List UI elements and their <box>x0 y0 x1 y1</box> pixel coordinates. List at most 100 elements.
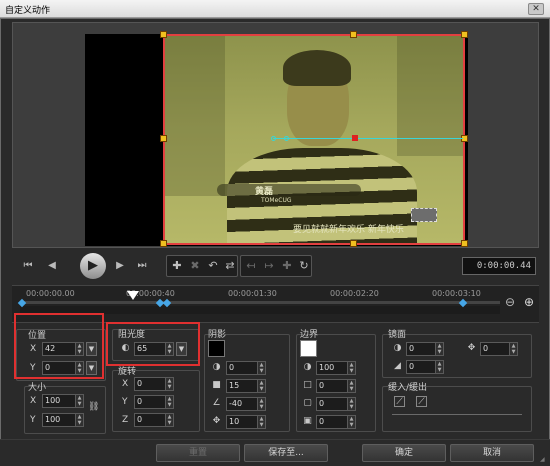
border-opacity-stepper[interactable]: ▲ ▼ <box>348 361 356 375</box>
shadow-distance-stepper[interactable]: ▲ ▼ <box>258 415 266 429</box>
flip-keyframes-icon[interactable]: ⇄ <box>222 259 238 273</box>
size-y-input[interactable]: 100 <box>42 413 76 427</box>
shadow-blur-stepper[interactable]: ▲ ▼ <box>258 379 266 393</box>
rotation-x-stepper[interactable]: ▲ ▼ <box>166 377 174 391</box>
mirror-opacity-stepper[interactable]: ▲ ▼ <box>436 342 444 356</box>
reset-button[interactable]: 重置 <box>156 444 240 462</box>
border-corner-input[interactable]: 0 <box>316 397 348 411</box>
path-point[interactable] <box>284 136 289 141</box>
border-color-swatch[interactable] <box>300 340 317 357</box>
playhead[interactable] <box>127 291 139 300</box>
remove-keyframe-icon[interactable]: ✖ <box>187 259 203 273</box>
overlay-clip[interactable] <box>411 208 437 222</box>
mirror-distance-input[interactable]: 0 <box>480 342 510 356</box>
motion-path <box>273 138 463 139</box>
rotation-x-input[interactable]: 0 <box>134 377 166 391</box>
size-y-stepper[interactable]: ▲ ▼ <box>76 413 84 427</box>
next-frame-icon[interactable]: ▶︎ <box>112 259 128 273</box>
mirror-fade-input[interactable]: 0 <box>406 360 436 374</box>
ease-slider-track[interactable] <box>392 414 522 415</box>
size-x-label: X <box>30 396 37 406</box>
ruler-track <box>20 301 500 304</box>
resize-handle-top-left[interactable] <box>160 31 167 38</box>
resize-handle-top-right[interactable] <box>461 31 468 38</box>
highlight-box <box>14 313 104 379</box>
shadow-opacity-icon: ◑ <box>212 362 221 372</box>
mirror-opacity-icon: ◑ <box>393 343 402 353</box>
border-softness-stepper[interactable]: ▲ ▼ <box>348 415 356 429</box>
mirror-label: 镜面 <box>388 330 407 340</box>
rotation-y-input[interactable]: 0 <box>134 395 166 409</box>
refresh-icon[interactable]: ↻ <box>296 259 312 273</box>
border-softness-icon: ▣ <box>303 416 312 426</box>
shadow-distance-icon: ✥ <box>212 416 221 426</box>
move-right-icon[interactable]: ↦ <box>261 259 277 273</box>
title-bar: 自定义动作 ✕ <box>0 0 550 18</box>
shadow-distance-input[interactable]: 10 <box>226 415 258 429</box>
mirror-distance-stepper[interactable]: ▲ ▼ <box>510 342 518 356</box>
rotation-y-label: Y <box>122 397 128 407</box>
keyframe-tools-a: ✚ ✖ ↶ ⇄ <box>166 255 238 277</box>
rotation-x-label: X <box>122 379 129 389</box>
playback-toolbar: ⏮ ◀︎ ▶ ▶︎ ⏭ ✚ ✖ ↶ ⇄ ↤ ↦ ✚ ↻ 0:00:00.44 <box>12 249 539 283</box>
rotation-z-stepper[interactable]: ▲ ▼ <box>166 413 174 427</box>
name-tag-subtext: TOMeCUG <box>261 197 292 204</box>
border-corner-stepper[interactable]: ▲ ▼ <box>348 397 356 411</box>
shadow-opacity-input[interactable]: 0 <box>226 361 258 375</box>
resize-handle-bottom-left[interactable] <box>160 240 167 247</box>
ease-out-icon[interactable]: ⟋ <box>416 396 427 407</box>
size-x-input[interactable]: 100 <box>42 394 76 408</box>
resize-handle-bottom-right[interactable] <box>461 240 468 247</box>
shadow-angle-stepper[interactable]: ▲ ▼ <box>258 397 266 411</box>
link-icon[interactable]: ⛓ <box>88 402 99 413</box>
cancel-button[interactable]: 取消 <box>450 444 534 462</box>
video-frame[interactable]: 黄磊 TOMeCUG 要见就就新年欢乐 新年快乐 <box>163 34 465 245</box>
zoom-in-icon[interactable]: ⊕ <box>522 295 536 309</box>
close-button[interactable]: ✕ <box>528 3 544 15</box>
shadow-opacity-stepper[interactable]: ▲ ▼ <box>258 361 266 375</box>
shadow-blur-input[interactable]: 15 <box>226 379 258 393</box>
border-label: 边界 <box>300 330 319 340</box>
mirror-opacity-input[interactable]: 0 <box>406 342 436 356</box>
reset-keyframe-icon[interactable]: ✚ <box>279 259 295 273</box>
border-opacity-input[interactable]: 100 <box>316 361 348 375</box>
rotation-y-stepper[interactable]: ▲ ▼ <box>166 395 174 409</box>
ruler-tick-label: 00:00:02:20 <box>330 289 379 298</box>
go-to-start-icon[interactable]: ⏮ <box>20 259 36 273</box>
mirror-distance-icon: ✥ <box>467 343 476 353</box>
zoom-out-icon[interactable]: ⊖ <box>503 295 517 309</box>
move-left-icon[interactable]: ↤ <box>243 259 259 273</box>
size-x-stepper[interactable]: ▲ ▼ <box>76 394 84 408</box>
mirror-fade-stepper[interactable]: ▲ ▼ <box>436 360 444 374</box>
resize-handle-left[interactable] <box>160 135 167 142</box>
save-to-button[interactable]: 保存至... <box>244 444 328 462</box>
play-icon[interactable]: ▶ <box>80 253 106 279</box>
keyframe-tools-b: ↤ ↦ ✚ ↻ <box>240 255 312 277</box>
add-keyframe-icon[interactable]: ✚ <box>169 259 185 273</box>
background-panel <box>165 36 225 196</box>
previous-frame-icon[interactable]: ◀︎ <box>44 259 60 273</box>
resize-handle-top[interactable] <box>350 31 357 38</box>
rotation-label: 旋转 <box>118 367 137 377</box>
border-softness-input[interactable]: 0 <box>316 415 348 429</box>
go-to-end-icon[interactable]: ⏭ <box>134 259 150 273</box>
size-label: 大小 <box>28 383 47 393</box>
ease-in-icon[interactable]: ⟋ <box>394 396 405 407</box>
resize-grip-icon[interactable]: ◢ <box>540 456 548 464</box>
video-subtitle: 要见就就新年欢乐 新年快乐 <box>293 225 404 235</box>
border-width-icon: □ <box>303 380 312 390</box>
anchor-point[interactable] <box>352 135 358 141</box>
timecode-display[interactable]: 0:00:00.44 <box>462 257 536 275</box>
ok-button[interactable]: 确定 <box>362 444 446 462</box>
rotation-z-input[interactable]: 0 <box>134 413 166 427</box>
shadow-angle-input[interactable]: -40 <box>226 397 258 411</box>
rotation-z-label: Z <box>122 415 129 425</box>
shadow-color-swatch[interactable] <box>208 340 225 357</box>
resize-handle-bottom[interactable] <box>350 240 357 247</box>
border-width-stepper[interactable]: ▲ ▼ <box>348 379 356 393</box>
shadow-angle-icon: ∠ <box>212 398 221 408</box>
border-width-input[interactable]: 0 <box>316 379 348 393</box>
border-corner-icon: ▢ <box>303 398 312 408</box>
path-point[interactable] <box>271 136 276 141</box>
reverse-keyframes-icon[interactable]: ↶ <box>205 259 221 273</box>
